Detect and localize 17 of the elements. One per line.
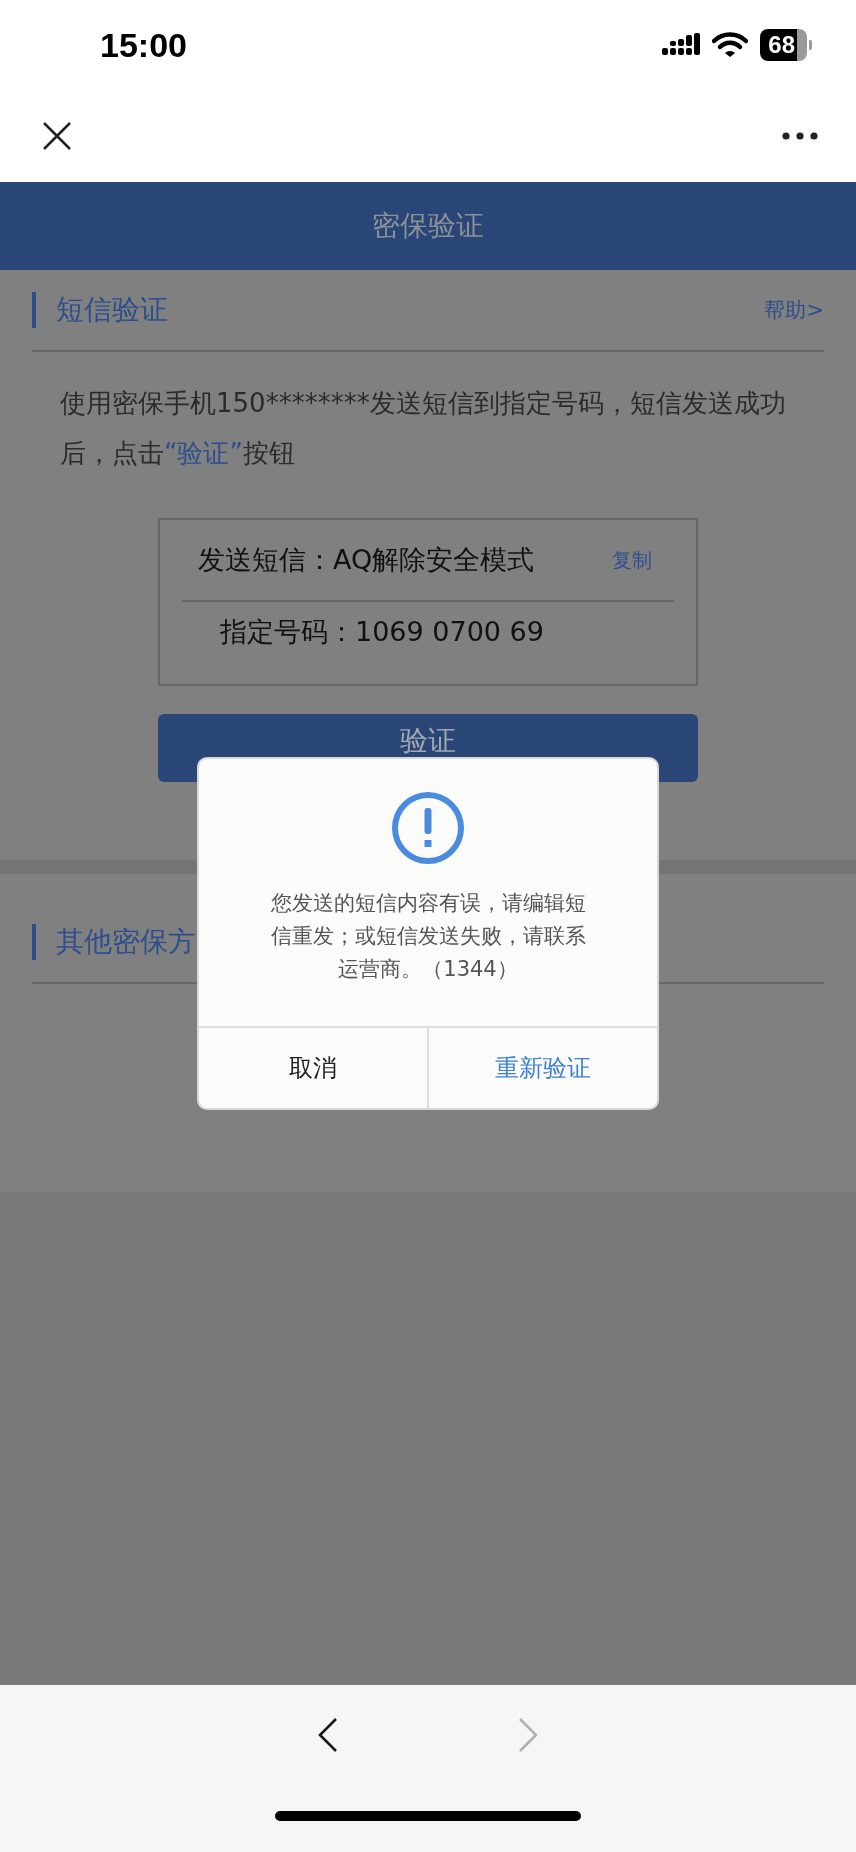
retry-button[interactable]: 重新验证	[427, 1028, 657, 1108]
page-header: 密保验证	[0, 182, 856, 270]
exclamation-icon	[391, 791, 465, 865]
more-icon[interactable]	[782, 132, 818, 140]
section-title: 短信验证	[32, 292, 168, 328]
wifi-icon	[712, 32, 749, 58]
status-time: 15:00	[100, 25, 187, 65]
copy-link[interactable]: 复制	[612, 546, 652, 574]
close-icon[interactable]	[42, 121, 72, 151]
back-icon[interactable]	[318, 1717, 338, 1753]
sms-message: 发送短信：AQ解除安全模式	[198, 543, 535, 577]
instruction-text: 使用密保手机150********发送短信到指定号码，短信发送成功后，点击“验证”按钮	[60, 387, 787, 470]
cancel-button[interactable]: 取消	[199, 1028, 427, 1108]
target-number: 指定号码：1069 0700 69	[220, 615, 544, 649]
dialog-message: 您发送的短信内容有误，请编辑短信重发；或短信发送失败，请联系运营商。（1344）	[269, 890, 587, 983]
signal-icon	[662, 33, 701, 57]
help-link[interactable]: 帮助>	[764, 296, 824, 324]
